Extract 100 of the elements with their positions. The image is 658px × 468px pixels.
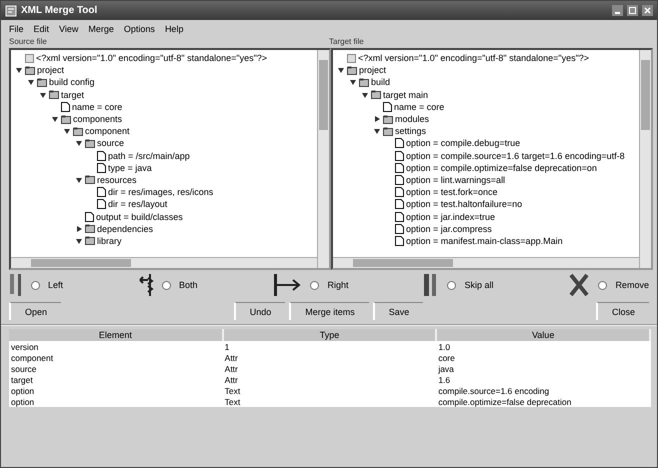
tree-node[interactable]: option = jar.compress	[406, 224, 492, 234]
tree-node[interactable]: library	[97, 236, 122, 246]
document-icon	[395, 199, 404, 210]
radio-button[interactable]	[447, 280, 456, 290]
folder-icon	[85, 236, 95, 246]
column-header[interactable]: Element	[9, 329, 223, 341]
document-icon	[61, 102, 70, 112]
action-button[interactable]: Undo	[234, 302, 286, 320]
table-cell: Attr	[222, 363, 436, 374]
tree-node[interactable]: option = manifest.main-class=app.Main	[406, 236, 563, 246]
tree-node[interactable]: project	[37, 65, 64, 76]
folder-icon	[85, 138, 95, 148]
vertical-scrollbar[interactable]	[317, 50, 329, 268]
collapse-arrow-icon[interactable]	[63, 127, 71, 136]
tree-node[interactable]: name = core	[394, 102, 444, 112]
tree-node[interactable]: components	[73, 114, 122, 124]
collapse-arrow-icon[interactable]	[75, 236, 83, 245]
collapse-arrow-icon[interactable]	[27, 78, 35, 86]
collapse-arrow-icon[interactable]	[39, 90, 47, 99]
menu-item[interactable]: Options	[124, 24, 155, 34]
menu-item[interactable]: Merge	[88, 24, 114, 34]
close-icon[interactable]	[642, 5, 653, 16]
pane-label: Target file	[329, 37, 365, 48]
right-arrow-icon[interactable]	[272, 272, 302, 298]
collapse-arrow-icon[interactable]	[361, 90, 369, 99]
tree-node[interactable]: component	[85, 126, 130, 136]
tree-node[interactable]: target main	[383, 90, 428, 100]
menu-item[interactable]: File	[9, 24, 24, 34]
swap-arrow-icon[interactable]	[138, 272, 154, 298]
tree-node[interactable]: option = compile.debug=true	[406, 138, 520, 148]
folder-icon	[37, 78, 47, 87]
document-icon	[97, 199, 106, 210]
action-button[interactable]: Close	[596, 302, 649, 320]
expand-arrow-icon[interactable]	[373, 115, 381, 124]
table-cell: 1	[222, 341, 436, 352]
table-cell: java	[436, 363, 650, 374]
folder-icon	[85, 224, 95, 234]
tree-node[interactable]: option = test.haltonfailure=no	[406, 199, 522, 210]
vertical-scrollbar[interactable]	[639, 50, 651, 268]
horizontal-scrollbar[interactable]	[333, 257, 639, 268]
tree-node[interactable]: resources	[97, 174, 137, 185]
radio-button[interactable]	[310, 280, 320, 290]
menu-item[interactable]: Edit	[34, 24, 50, 34]
tree-node[interactable]: output = build/classes	[96, 212, 183, 222]
tree-node[interactable]: target	[61, 90, 84, 100]
tree-node[interactable]: option = test.fork=once	[406, 187, 498, 198]
table-cell: Text	[222, 385, 436, 396]
column-header[interactable]: Value	[436, 329, 650, 341]
tree-node[interactable]: build	[371, 77, 390, 88]
action-button[interactable]: Save	[372, 302, 424, 320]
collapse-arrow-icon[interactable]	[75, 139, 83, 148]
collapse-arrow-icon[interactable]	[373, 127, 381, 136]
collapse-arrow-icon[interactable]	[349, 78, 357, 86]
collapse-arrow-icon[interactable]	[337, 66, 345, 74]
collapse-arrow-icon[interactable]	[75, 176, 83, 184]
expand-arrow-icon[interactable]	[75, 224, 83, 233]
tree-node[interactable]: type = java	[108, 162, 152, 173]
tree-node[interactable]: option = jar.index=true	[406, 212, 496, 222]
table-cell: Attr	[222, 374, 436, 385]
document-icon	[395, 138, 404, 148]
tree-node[interactable]: build config	[49, 77, 95, 88]
document-icon	[395, 150, 404, 161]
collapse-arrow-icon[interactable]	[51, 115, 59, 124]
table-cell: 1.0	[436, 341, 650, 352]
minimize-icon[interactable]	[612, 5, 623, 16]
tree-node[interactable]: option = compile.optimize=false deprecation=on	[406, 162, 597, 173]
delete-icon[interactable]	[568, 273, 590, 297]
tree-node[interactable]: modules	[395, 114, 430, 124]
tree-node[interactable]: <?xml version="1.0" encoding="utf-8" standalone="yes"?>	[358, 53, 590, 64]
table-cell: compile.source=1.6 encoding	[436, 385, 650, 396]
tree-node[interactable]: option = lint.warnings=all	[406, 174, 506, 185]
tree-node[interactable]: name = core	[72, 102, 122, 112]
table-cell: option	[9, 385, 223, 396]
folder-icon	[85, 175, 95, 184]
radio-button[interactable]	[598, 280, 608, 290]
tree-node[interactable]: source	[97, 138, 124, 148]
menu-item[interactable]: View	[59, 24, 78, 34]
tree-node[interactable]: settings	[395, 126, 426, 136]
tree-node[interactable]: <?xml version="1.0" encoding="utf-8" standalone="yes"?>	[36, 53, 268, 64]
radio-button[interactable]	[162, 280, 171, 290]
tree-node[interactable]: dependencies	[97, 224, 154, 234]
document-icon	[395, 187, 404, 198]
column-header[interactable]: Type	[222, 329, 436, 341]
horizontal-scrollbar[interactable]	[11, 257, 317, 268]
action-button[interactable]: Open	[9, 302, 62, 320]
tree-node[interactable]: option = compile.source=1.6 target=1.6 encoding=utf-8	[406, 150, 625, 161]
menu-item[interactable]: Help	[164, 24, 184, 34]
tree-node[interactable]: path = /src/main/app	[108, 150, 190, 161]
maximize-icon[interactable]	[627, 5, 638, 16]
tree-node[interactable]: dir = res/layout	[108, 199, 168, 210]
radio-button[interactable]	[31, 280, 40, 290]
document-icon	[97, 162, 106, 173]
folder-icon	[61, 114, 71, 124]
action-button[interactable]: Merge items	[289, 302, 369, 320]
radio-label: Left	[48, 280, 64, 290]
radio-label: Skip all	[464, 280, 494, 290]
tree-node[interactable]: project	[359, 65, 386, 76]
double-bar-icon[interactable]	[9, 272, 23, 298]
tree-node[interactable]: dir = res/images, res/icons	[108, 187, 214, 198]
collapse-arrow-icon[interactable]	[15, 66, 23, 74]
